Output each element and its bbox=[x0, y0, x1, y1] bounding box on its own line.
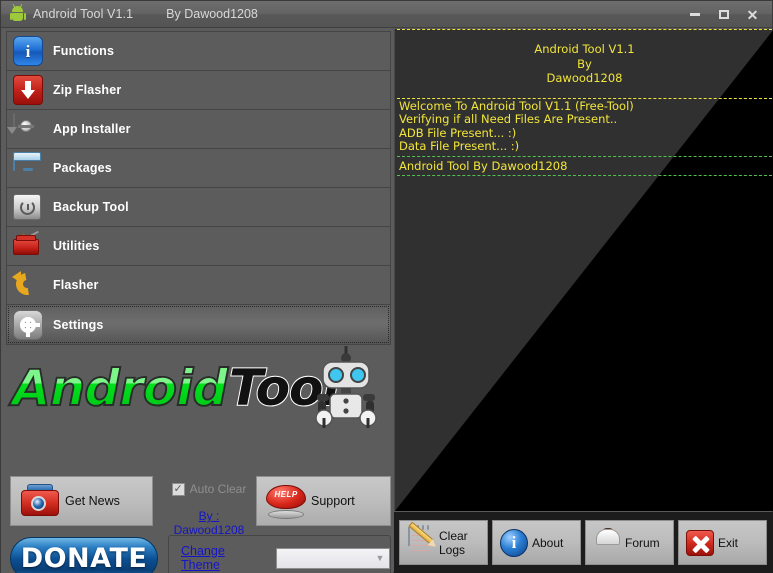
sidebar-item-utilities[interactable]: Utilities bbox=[7, 227, 390, 266]
application-window: Android Tool V1.1 By Dawood1208 ✕ i Func… bbox=[0, 0, 773, 573]
get-news-label: Get News bbox=[65, 494, 120, 508]
get-news-button[interactable]: Get News bbox=[10, 476, 153, 526]
exit-button[interactable]: Exit bbox=[678, 520, 767, 565]
help-button-icon: HELP bbox=[263, 482, 309, 520]
console-header-line: By bbox=[577, 56, 592, 71]
chevron-down-icon: ▼ bbox=[375, 553, 385, 563]
theme-group: Change Theme ▼ bbox=[168, 535, 391, 573]
maximize-icon[interactable] bbox=[710, 5, 737, 25]
info-icon: i bbox=[13, 36, 43, 66]
notepad-pencil-icon bbox=[405, 521, 435, 558]
forum-label: Forum bbox=[625, 535, 660, 550]
window-author: By Dawood1208 bbox=[166, 7, 258, 21]
sidebar-item-zip-flasher[interactable]: Zip Flasher bbox=[7, 71, 390, 110]
exit-label: Exit bbox=[718, 535, 739, 550]
support-button[interactable]: HELP Support bbox=[256, 476, 391, 526]
minimize-icon[interactable] bbox=[681, 5, 708, 25]
clock-restore-icon bbox=[13, 192, 43, 222]
support-label: Support bbox=[311, 494, 355, 508]
sidebar-item-label: Utilities bbox=[53, 239, 100, 253]
radio-news-icon bbox=[19, 484, 61, 518]
console-footer-line: Android Tool By Dawood1208 bbox=[399, 158, 568, 173]
drawer-icon bbox=[13, 152, 43, 183]
about-button[interactable]: i About bbox=[492, 520, 581, 565]
info-circle-icon: i bbox=[498, 528, 528, 558]
window-title: Android Tool V1.1 bbox=[33, 7, 134, 21]
sidebar-item-label: Settings bbox=[53, 317, 104, 332]
left-panel: i Functions Zip Flasher App Installer Pa… bbox=[1, 28, 393, 573]
theme-select[interactable]: ▼ bbox=[276, 547, 390, 569]
android-robot-icon bbox=[9, 4, 26, 22]
log-console[interactable]: Android Tool V1.1 By Dawood1208 Welcome … bbox=[394, 29, 773, 511]
console-header-line: Android Tool V1.1 bbox=[534, 42, 635, 56]
forum-button[interactable]: Forum bbox=[585, 520, 674, 565]
auto-clear-checkbox[interactable]: ✓ Auto Clear bbox=[164, 482, 254, 496]
sidebar-item-app-installer[interactable]: App Installer bbox=[7, 110, 390, 149]
auto-clear-label: Auto Clear bbox=[189, 482, 247, 496]
sidebar-item-label: Packages bbox=[53, 161, 112, 175]
window-controls: ✕ bbox=[681, 1, 766, 28]
sidebar-item-packages[interactable]: Packages bbox=[7, 149, 390, 188]
console-header: Android Tool V1.1 By Dawood1208 bbox=[397, 30, 772, 98]
logo-word-android: Android bbox=[11, 359, 229, 417]
user-headset-icon bbox=[591, 527, 621, 558]
robot-icon bbox=[315, 346, 377, 428]
sidebar-item-label: Functions bbox=[53, 44, 115, 58]
toolbox-icon bbox=[13, 229, 43, 261]
console-log-line: ADB File Present... :) bbox=[399, 125, 517, 140]
hard-drive-icon bbox=[7, 113, 43, 144]
sidebar-item-flasher[interactable]: Flasher bbox=[7, 266, 390, 305]
download-arrow-icon bbox=[13, 75, 43, 105]
sidebar-item-backup-tool[interactable]: Backup Tool bbox=[7, 188, 390, 227]
console-log-line: Welcome To Android Tool V1.1 (Free-Tool) bbox=[399, 98, 634, 113]
sidebar-item-label: Backup Tool bbox=[53, 200, 129, 214]
console-body: Welcome To Android Tool V1.1 (Free-Tool)… bbox=[397, 99, 772, 156]
console-log-line: Data File Present... :) bbox=[399, 139, 520, 153]
donate-button[interactable]: DONATE bbox=[10, 537, 158, 573]
app-logo: Android Tool bbox=[6, 340, 391, 436]
console-content: Android Tool V1.1 By Dawood1208 Welcome … bbox=[395, 29, 773, 176]
gear-icon bbox=[13, 309, 43, 340]
title-bar: Android Tool V1.1 By Dawood1208 ✕ bbox=[1, 1, 772, 28]
sidebar-item-functions[interactable]: i Functions bbox=[7, 32, 390, 71]
console-footer: Android Tool By Dawood1208 bbox=[397, 157, 772, 176]
bottom-toolbar: Clear Logs i About Forum Exit bbox=[394, 512, 773, 573]
close-icon[interactable]: ✕ bbox=[739, 5, 766, 25]
auto-clear-group: ✓ Auto Clear By : Dawood1208 bbox=[164, 482, 254, 537]
sidebar-item-label: Zip Flasher bbox=[53, 83, 122, 97]
action-row: Get News ✓ Auto Clear By : Dawood1208 HE… bbox=[6, 476, 391, 537]
donate-label: DONATE bbox=[20, 543, 148, 573]
console-log-line: Verifying if all Need Files Are Present.… bbox=[399, 112, 618, 126]
about-label: About bbox=[532, 535, 564, 550]
change-theme-link[interactable]: Change Theme bbox=[181, 544, 262, 572]
sidebar-item-label: App Installer bbox=[53, 122, 131, 136]
sidebar-menu: i Functions Zip Flasher App Installer Pa… bbox=[6, 31, 391, 345]
console-rule-green-bottom bbox=[397, 175, 772, 176]
donate-row: DONATE Change Theme ▼ bbox=[6, 532, 391, 573]
clear-logs-label: Clear Logs bbox=[439, 528, 468, 557]
curved-arrow-icon bbox=[11, 268, 43, 300]
sidebar-item-label: Flasher bbox=[53, 278, 99, 292]
console-header-line: Dawood1208 bbox=[546, 71, 623, 85]
sidebar-item-settings[interactable]: Settings bbox=[7, 305, 390, 344]
checkmark-icon: ✓ bbox=[171, 482, 185, 496]
clear-logs-button[interactable]: Clear Logs bbox=[399, 520, 488, 565]
red-x-icon bbox=[684, 528, 714, 558]
